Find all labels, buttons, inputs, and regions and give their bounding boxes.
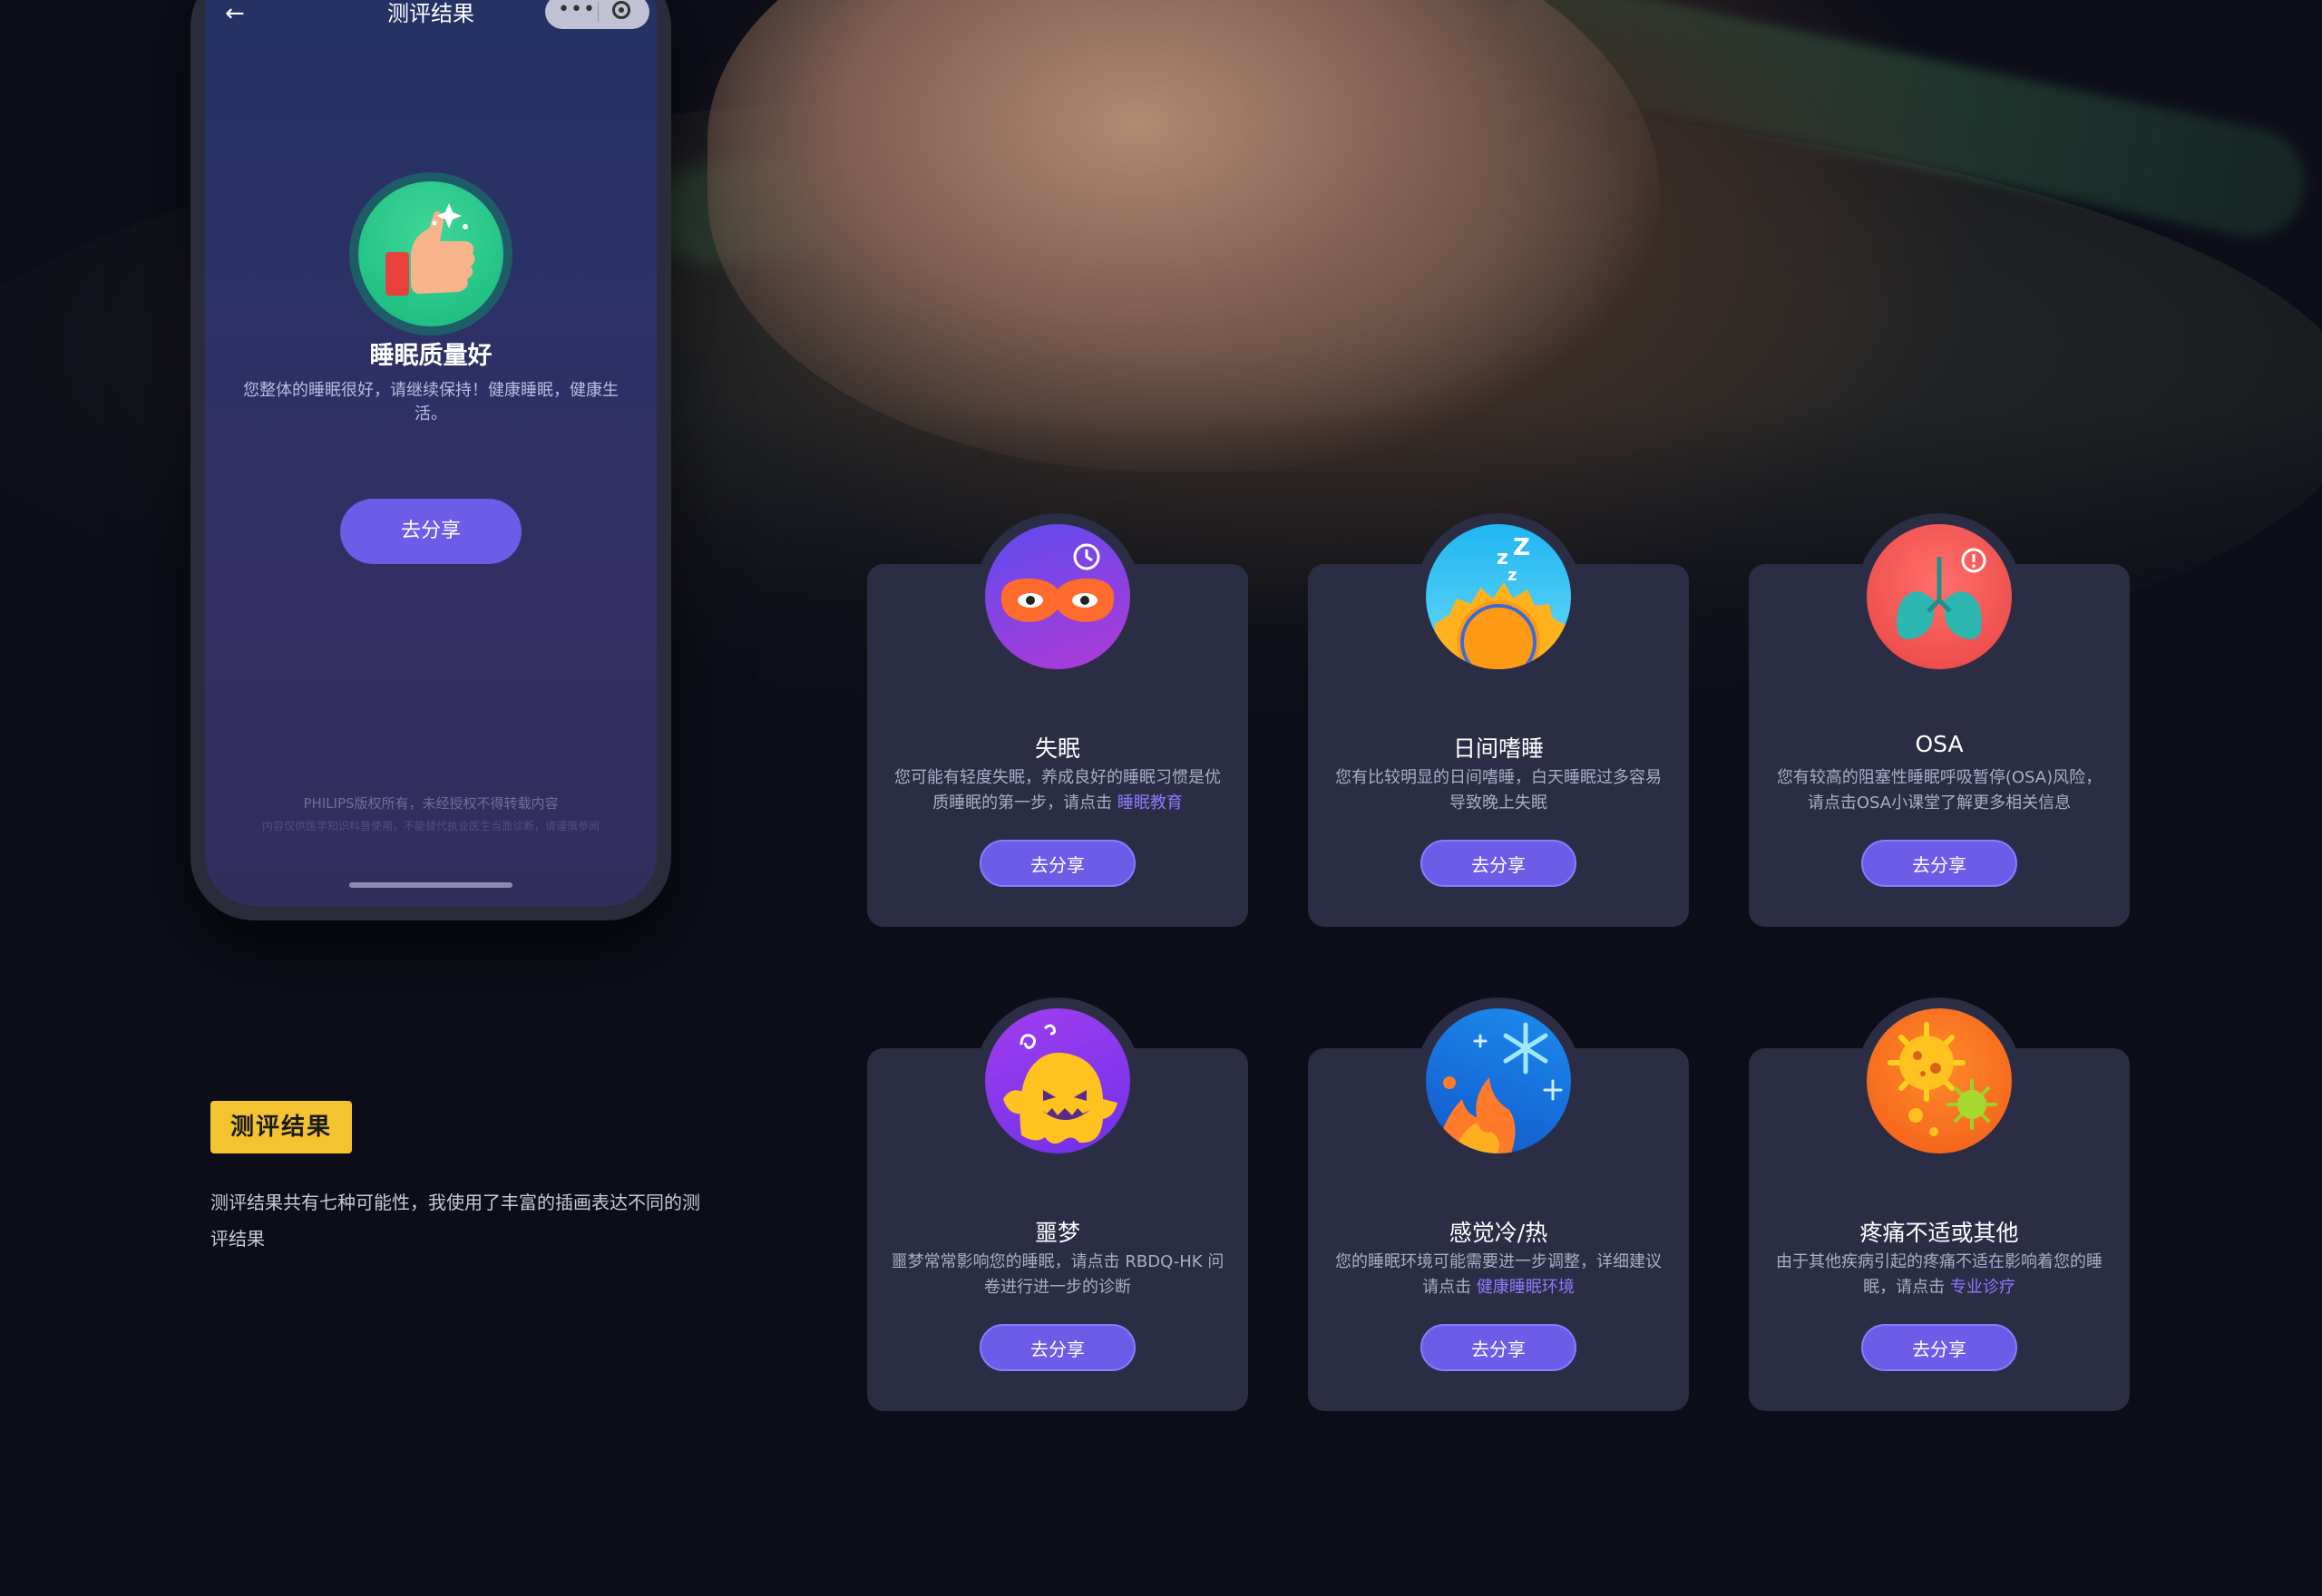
card-description: 由于其他疾病引起的疼痛不适在影响着您的睡眠，请点击 专业诊疗	[1776, 1252, 2102, 1297]
icon-badge	[1415, 998, 1582, 1164]
svg-text:z: z	[1507, 566, 1517, 585]
card-description: 您可能有轻度失眠，养成良好的睡眠习惯是优质睡眠的第一步，请点击 睡眠教育	[894, 768, 1221, 813]
icon-badge	[974, 513, 1141, 680]
phone-mockup: ← 测评结果 ••• 睡眠质量好 您整体的睡眠很好，请继续保持！健康睡眠，健康生…	[190, 0, 671, 920]
card-description: 您的睡眠环境可能需要进一步调整，详细建议请点击 健康睡眠环境	[1335, 1252, 1662, 1297]
thumbs-up-icon	[358, 181, 503, 326]
sleep-environment-link[interactable]: 健康睡眠环境	[1477, 1278, 1575, 1297]
svg-text:Z: Z	[1513, 534, 1530, 561]
icon-badge	[1856, 998, 2023, 1164]
share-button[interactable]: 去分享	[1420, 1324, 1576, 1371]
icon-badge	[974, 998, 1141, 1164]
share-button[interactable]: 去分享	[980, 1324, 1136, 1371]
card-title: OSA	[1915, 731, 1964, 757]
thumbs-up-badge	[349, 172, 512, 336]
sleep-mask-icon	[985, 524, 1130, 669]
more-icon[interactable]: •••	[558, 0, 596, 21]
professional-care-link[interactable]: 专业诊疗	[1950, 1278, 2015, 1297]
lungs-icon	[1867, 524, 2012, 669]
share-button[interactable]: 去分享	[340, 499, 522, 564]
card-title: 日间嗜睡	[1452, 735, 1544, 762]
card-title: 噩梦	[1034, 1220, 1080, 1246]
icon-badge	[1856, 513, 2023, 680]
disclaimer-text: 内容仅供医学知识科普使用，不能替代执业医生当面诊断，请谨慎参阅	[261, 820, 600, 832]
card-description: 您有较高的阻塞性睡眠呼吸暂停(OSA)风险，请点击OSA小课堂了解更多相关信息	[1776, 768, 2102, 813]
virus-icon	[1867, 1008, 2012, 1153]
fire-snow-icon	[1426, 1008, 1571, 1153]
card-description: 噩梦常常影响您的睡眠，请点击 RBDQ-HK 问卷进行进一步的诊断	[891, 1252, 1224, 1297]
card-title: 疼痛不适或其他	[1859, 1220, 2019, 1246]
phone-topbar: ← 测评结果 •••	[205, 0, 657, 36]
section-caption: 测评结果共有七种可能性，我使用了丰富的插画表达不同的测评结果	[210, 1192, 700, 1250]
home-indicator	[349, 882, 512, 888]
miniprogram-capsule[interactable]: •••	[545, 0, 649, 29]
svg-text:z: z	[1497, 547, 1508, 569]
result-title: 睡眠质量好	[369, 342, 493, 370]
ghost-icon	[985, 1008, 1130, 1153]
section-tag: 测评结果	[210, 1101, 352, 1153]
phone-screen: ← 测评结果 ••• 睡眠质量好 您整体的睡眠很好，请继续保持！健康睡眠，健康生…	[205, 0, 657, 906]
card-title: 失眠	[1034, 735, 1080, 762]
icon-badge: z Z z	[1415, 513, 1582, 680]
sleep-education-link[interactable]: 睡眠教育	[1117, 793, 1183, 813]
copyright-text: PHILIPS版权所有，未经授权不得转载内容	[303, 795, 559, 812]
sun-zzz-icon: z Z z	[1426, 524, 1571, 669]
share-button[interactable]: 去分享	[1861, 1324, 2017, 1371]
card-description: 您有比较明显的日间嗜睡，白天睡眠过多容易导致晚上失眠	[1335, 768, 1662, 813]
result-description: 您整体的睡眠很好，请继续保持！健康睡眠，健康生活。	[243, 381, 619, 423]
share-button[interactable]: 去分享	[980, 840, 1136, 887]
card-title: 感觉冷/热	[1449, 1220, 1548, 1246]
share-button[interactable]: 去分享	[1420, 840, 1576, 887]
share-button[interactable]: 去分享	[1861, 840, 2017, 887]
close-target-icon[interactable]	[612, 1, 630, 19]
